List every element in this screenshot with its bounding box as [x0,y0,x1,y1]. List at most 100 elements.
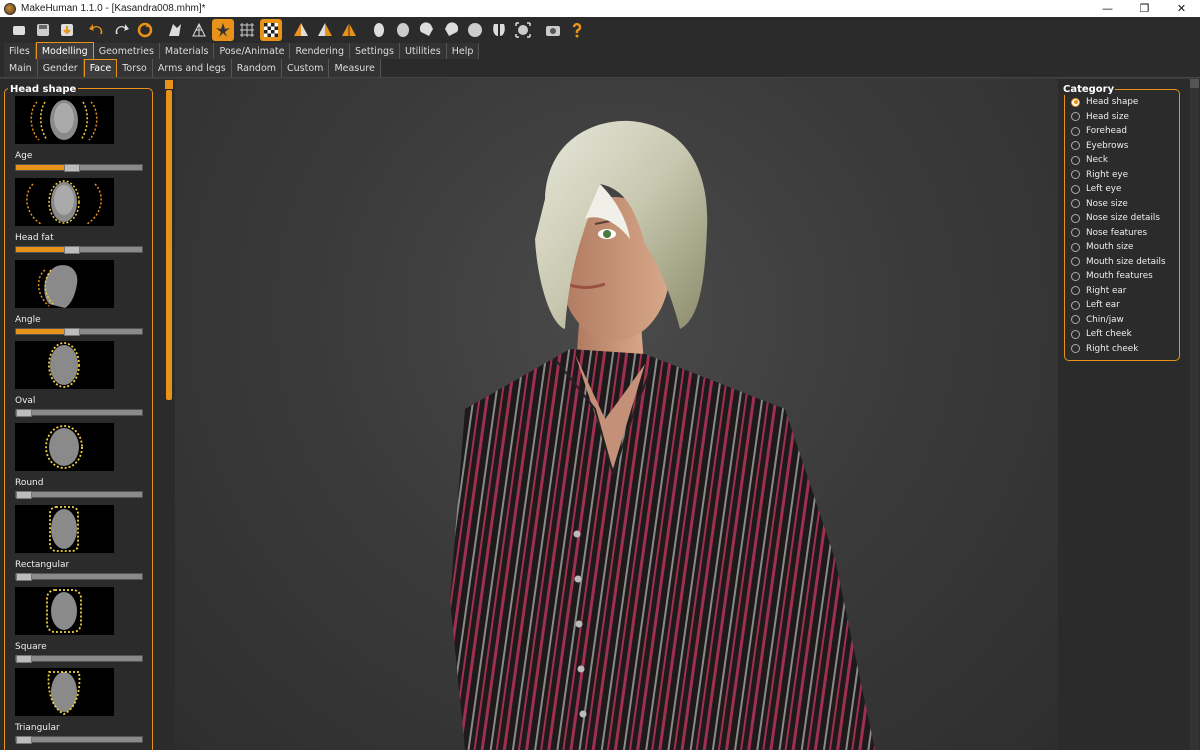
head-fat-slider[interactable] [15,246,143,254]
tab-settings[interactable]: Settings [349,43,400,59]
category-nose-size[interactable]: Nose size [1071,197,1166,212]
smooth-icon[interactable] [164,19,186,41]
category-eyebrows[interactable]: Eyebrows [1071,139,1166,154]
slider-round: Round [15,423,146,499]
top-view-icon[interactable] [464,19,486,41]
category-right-ear[interactable]: Right ear [1071,284,1166,299]
category-mouth-size-details[interactable]: Mouth size details [1071,255,1166,270]
scroll-up-arrow[interactable] [1190,79,1199,88]
grid-icon[interactable] [236,19,258,41]
slider-rectangular: Rectangular [15,505,146,581]
oval-slider[interactable] [15,409,143,417]
category-nose-size-details[interactable]: Nose size details [1071,211,1166,226]
tab-files[interactable]: Files [4,43,36,59]
right-view-icon[interactable] [440,19,462,41]
radio-icon [1071,170,1080,180]
back-view-icon[interactable] [338,19,360,41]
background-icon[interactable] [260,18,282,41]
reset-icon[interactable] [134,19,156,41]
category-head-shape[interactable]: Head shape [1071,95,1166,110]
radio-icon [1071,112,1080,122]
category-right-eye[interactable]: Right eye [1071,168,1166,183]
redo-icon[interactable] [110,19,132,41]
category-left-ear[interactable]: Left ear [1071,298,1166,313]
oval-thumbnail [15,341,114,389]
tab-gender[interactable]: Gender [37,59,84,77]
slider-label: Oval [15,396,36,406]
restore-button[interactable]: ❐ [1126,0,1163,17]
minimize-button[interactable]: — [1089,0,1126,17]
help-icon[interactable] [566,19,588,41]
tab-custom[interactable]: Custom [282,59,330,77]
age-slider[interactable] [15,164,143,172]
scroll-up-arrow[interactable] [165,80,173,89]
tab-main[interactable]: Main [4,59,38,77]
reset-camera-icon[interactable] [512,19,534,41]
radio-icon [1071,300,1080,310]
torso-view-icon[interactable] [392,19,414,41]
left-scrollbar[interactable] [165,80,173,750]
tab-utilities[interactable]: Utilities [399,43,447,59]
wireframe-icon[interactable] [188,19,210,41]
category-neck[interactable]: Neck [1071,153,1166,168]
radio-icon [1071,228,1080,238]
tab-modelling[interactable]: Modelling [35,42,94,59]
category-left-eye[interactable]: Left eye [1071,182,1166,197]
category-chin-jaw[interactable]: Chin/jaw [1071,313,1166,328]
category-mouth-features[interactable]: Mouth features [1071,269,1166,284]
tab-help[interactable]: Help [446,43,480,59]
3d-viewport[interactable] [175,79,1058,750]
radio-icon [1071,184,1080,194]
right-panel: Category Head shape Head size Forehead E… [1058,79,1200,750]
slider-label: Head fat [15,233,54,243]
tab-materials[interactable]: Materials [159,43,215,59]
window-controls: — ❐ ✕ [1089,0,1200,17]
group-title: Head shape [8,84,79,95]
pose-icon[interactable] [212,18,234,41]
export-icon[interactable] [56,19,78,41]
category-head-size[interactable]: Head size [1071,110,1166,125]
scroll-thumb[interactable] [166,90,172,400]
radio-icon [1071,329,1080,339]
slider-angle: Angle [15,260,146,336]
bottom-view-icon[interactable] [488,19,510,41]
angle-thumbnail [15,260,114,308]
triangular-thumbnail [15,668,114,716]
side-view-icon[interactable] [314,19,336,41]
angle-slider[interactable] [15,328,143,336]
tab-measure[interactable]: Measure [329,59,381,77]
tab-geometries[interactable]: Geometries [93,43,160,59]
triangular-slider[interactable] [15,736,143,744]
tab-random[interactable]: Random [231,59,283,77]
screenshot-icon[interactable] [542,19,564,41]
square-slider[interactable] [15,655,143,663]
main-toolbar [0,17,1200,42]
front-view-icon[interactable] [290,19,312,41]
tab-arms-and-legs[interactable]: Arms and legs [152,59,232,77]
radio-icon [1071,271,1080,281]
head-view-icon[interactable] [368,19,390,41]
category-right-cheek[interactable]: Right cheek [1071,342,1166,357]
app-icon [4,2,16,15]
tab-torso[interactable]: Torso [117,59,153,77]
rectangular-slider[interactable] [15,573,143,581]
save-icon[interactable] [32,19,54,41]
category-nose-features[interactable]: Nose features [1071,226,1166,241]
close-button[interactable]: ✕ [1163,0,1200,17]
undo-icon[interactable] [86,19,108,41]
left-view-icon[interactable] [416,19,438,41]
slider-label: Rectangular [15,560,70,570]
tab-pose-animate[interactable]: Pose/Animate [214,43,291,59]
right-scrollbar[interactable] [1190,79,1199,750]
radio-icon [1071,199,1080,209]
tab-face[interactable]: Face [83,59,118,77]
new-file-icon[interactable] [8,19,30,41]
tab-rendering[interactable]: Rendering [290,43,350,59]
left-panel: Head shape Age Head fat Angle Oval Round [0,79,175,750]
round-slider[interactable] [15,491,143,499]
category-mouth-size[interactable]: Mouth size [1071,240,1166,255]
human-model-render [450,120,875,750]
category-forehead[interactable]: Forehead [1071,124,1166,139]
head-fat-thumbnail [15,178,114,226]
category-left-cheek[interactable]: Left cheek [1071,327,1166,342]
